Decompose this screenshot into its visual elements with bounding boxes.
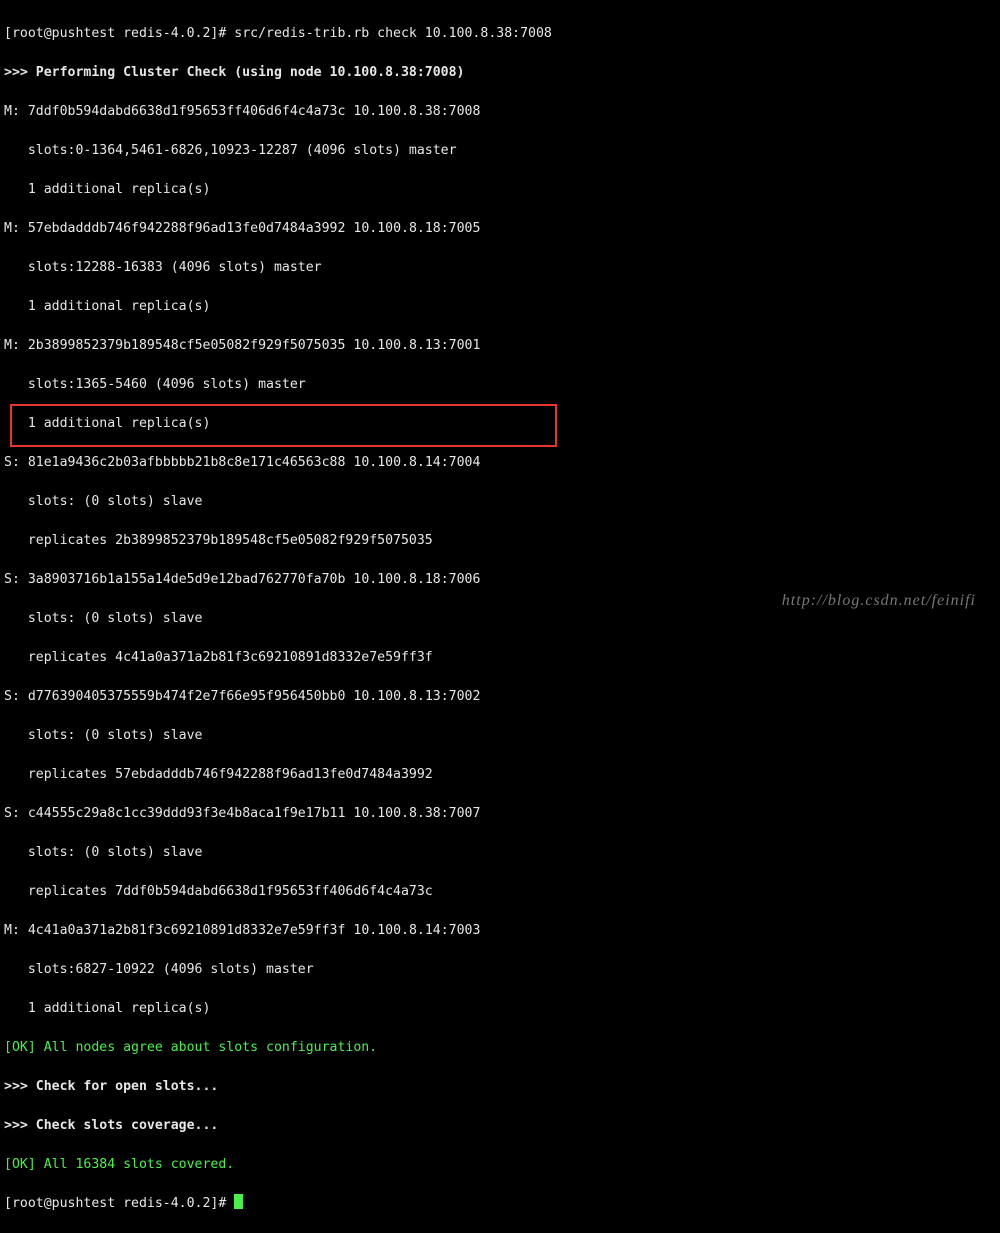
node-slots: slots:12288-16383 (4096 slots) master: [4, 258, 1000, 278]
node-line: S: c44555c29a8c1cc39ddd93f3e4b8aca1f9e17…: [4, 804, 1000, 824]
node-slots: slots: (0 slots) slave: [4, 609, 1000, 629]
node-extra: replicates 2b3899852379b189548cf5e05082f…: [4, 531, 1000, 551]
node-line: M: 2b3899852379b189548cf5e05082f929f5075…: [4, 336, 1000, 356]
node-slots: slots: (0 slots) slave: [4, 492, 1000, 512]
node-slots: slots:6827-10922 (4096 slots) master: [4, 960, 1000, 980]
check-open-slots: >>> Check for open slots...: [4, 1077, 1000, 1097]
node-extra: replicates 7ddf0b594dabd6638d1f95653ff40…: [4, 882, 1000, 902]
node-slots: slots:0-1364,5461-6826,10923-12287 (4096…: [4, 141, 1000, 161]
node-slots: slots:1365-5460 (4096 slots) master: [4, 375, 1000, 395]
ok-line: [OK] All nodes agree about slots configu…: [4, 1038, 1000, 1058]
watermark-text: http://blog.csdn.net/feinifi: [782, 591, 976, 611]
node-slots: slots: (0 slots) slave: [4, 843, 1000, 863]
node-line: M: 7ddf0b594dabd6638d1f95653ff406d6f4c4a…: [4, 102, 1000, 122]
node-line: S: 81e1a9436c2b03afbbbbb21b8c8e171c46563…: [4, 453, 1000, 473]
node-line: M: 57ebdadddb746f942288f96ad13fe0d7484a3…: [4, 219, 1000, 239]
node-extra: 1 additional replica(s): [4, 297, 1000, 317]
prompt-line: [root@pushtest redis-4.0.2]# src/redis-t…: [4, 24, 1000, 44]
node-extra: 1 additional replica(s): [4, 414, 1000, 434]
node-extra: 1 additional replica(s): [4, 999, 1000, 1019]
check-slots-coverage: >>> Check slots coverage...: [4, 1116, 1000, 1136]
node-slots: slots: (0 slots) slave: [4, 726, 1000, 746]
node-extra: 1 additional replica(s): [4, 180, 1000, 200]
node-line: M: 4c41a0a371a2b81f3c69210891d8332e7e59f…: [4, 921, 1000, 941]
node-line: S: 3a8903716b1a155a14de5d9e12bad762770fa…: [4, 570, 1000, 590]
node-extra: replicates 4c41a0a371a2b81f3c69210891d83…: [4, 648, 1000, 668]
node-extra: replicates 57ebdadddb746f942288f96ad13fe…: [4, 765, 1000, 785]
command-text: src/redis-trib.rb check 10.100.8.38:7008: [234, 26, 552, 41]
cursor-icon: [234, 1194, 243, 1209]
terminal-output[interactable]: [root@pushtest redis-4.0.2]# src/redis-t…: [0, 0, 1000, 1233]
node-line: S: d776390405375559b474f2e7f66e95f956450…: [4, 687, 1000, 707]
shell-prompt: [root@pushtest redis-4.0.2]#: [4, 1196, 234, 1211]
header-line: >>> Performing Cluster Check (using node…: [4, 63, 1000, 83]
ok-line: [OK] All 16384 slots covered.: [4, 1155, 1000, 1175]
prompt-line: [root@pushtest redis-4.0.2]#: [4, 1194, 1000, 1214]
shell-prompt: [root@pushtest redis-4.0.2]#: [4, 26, 234, 41]
